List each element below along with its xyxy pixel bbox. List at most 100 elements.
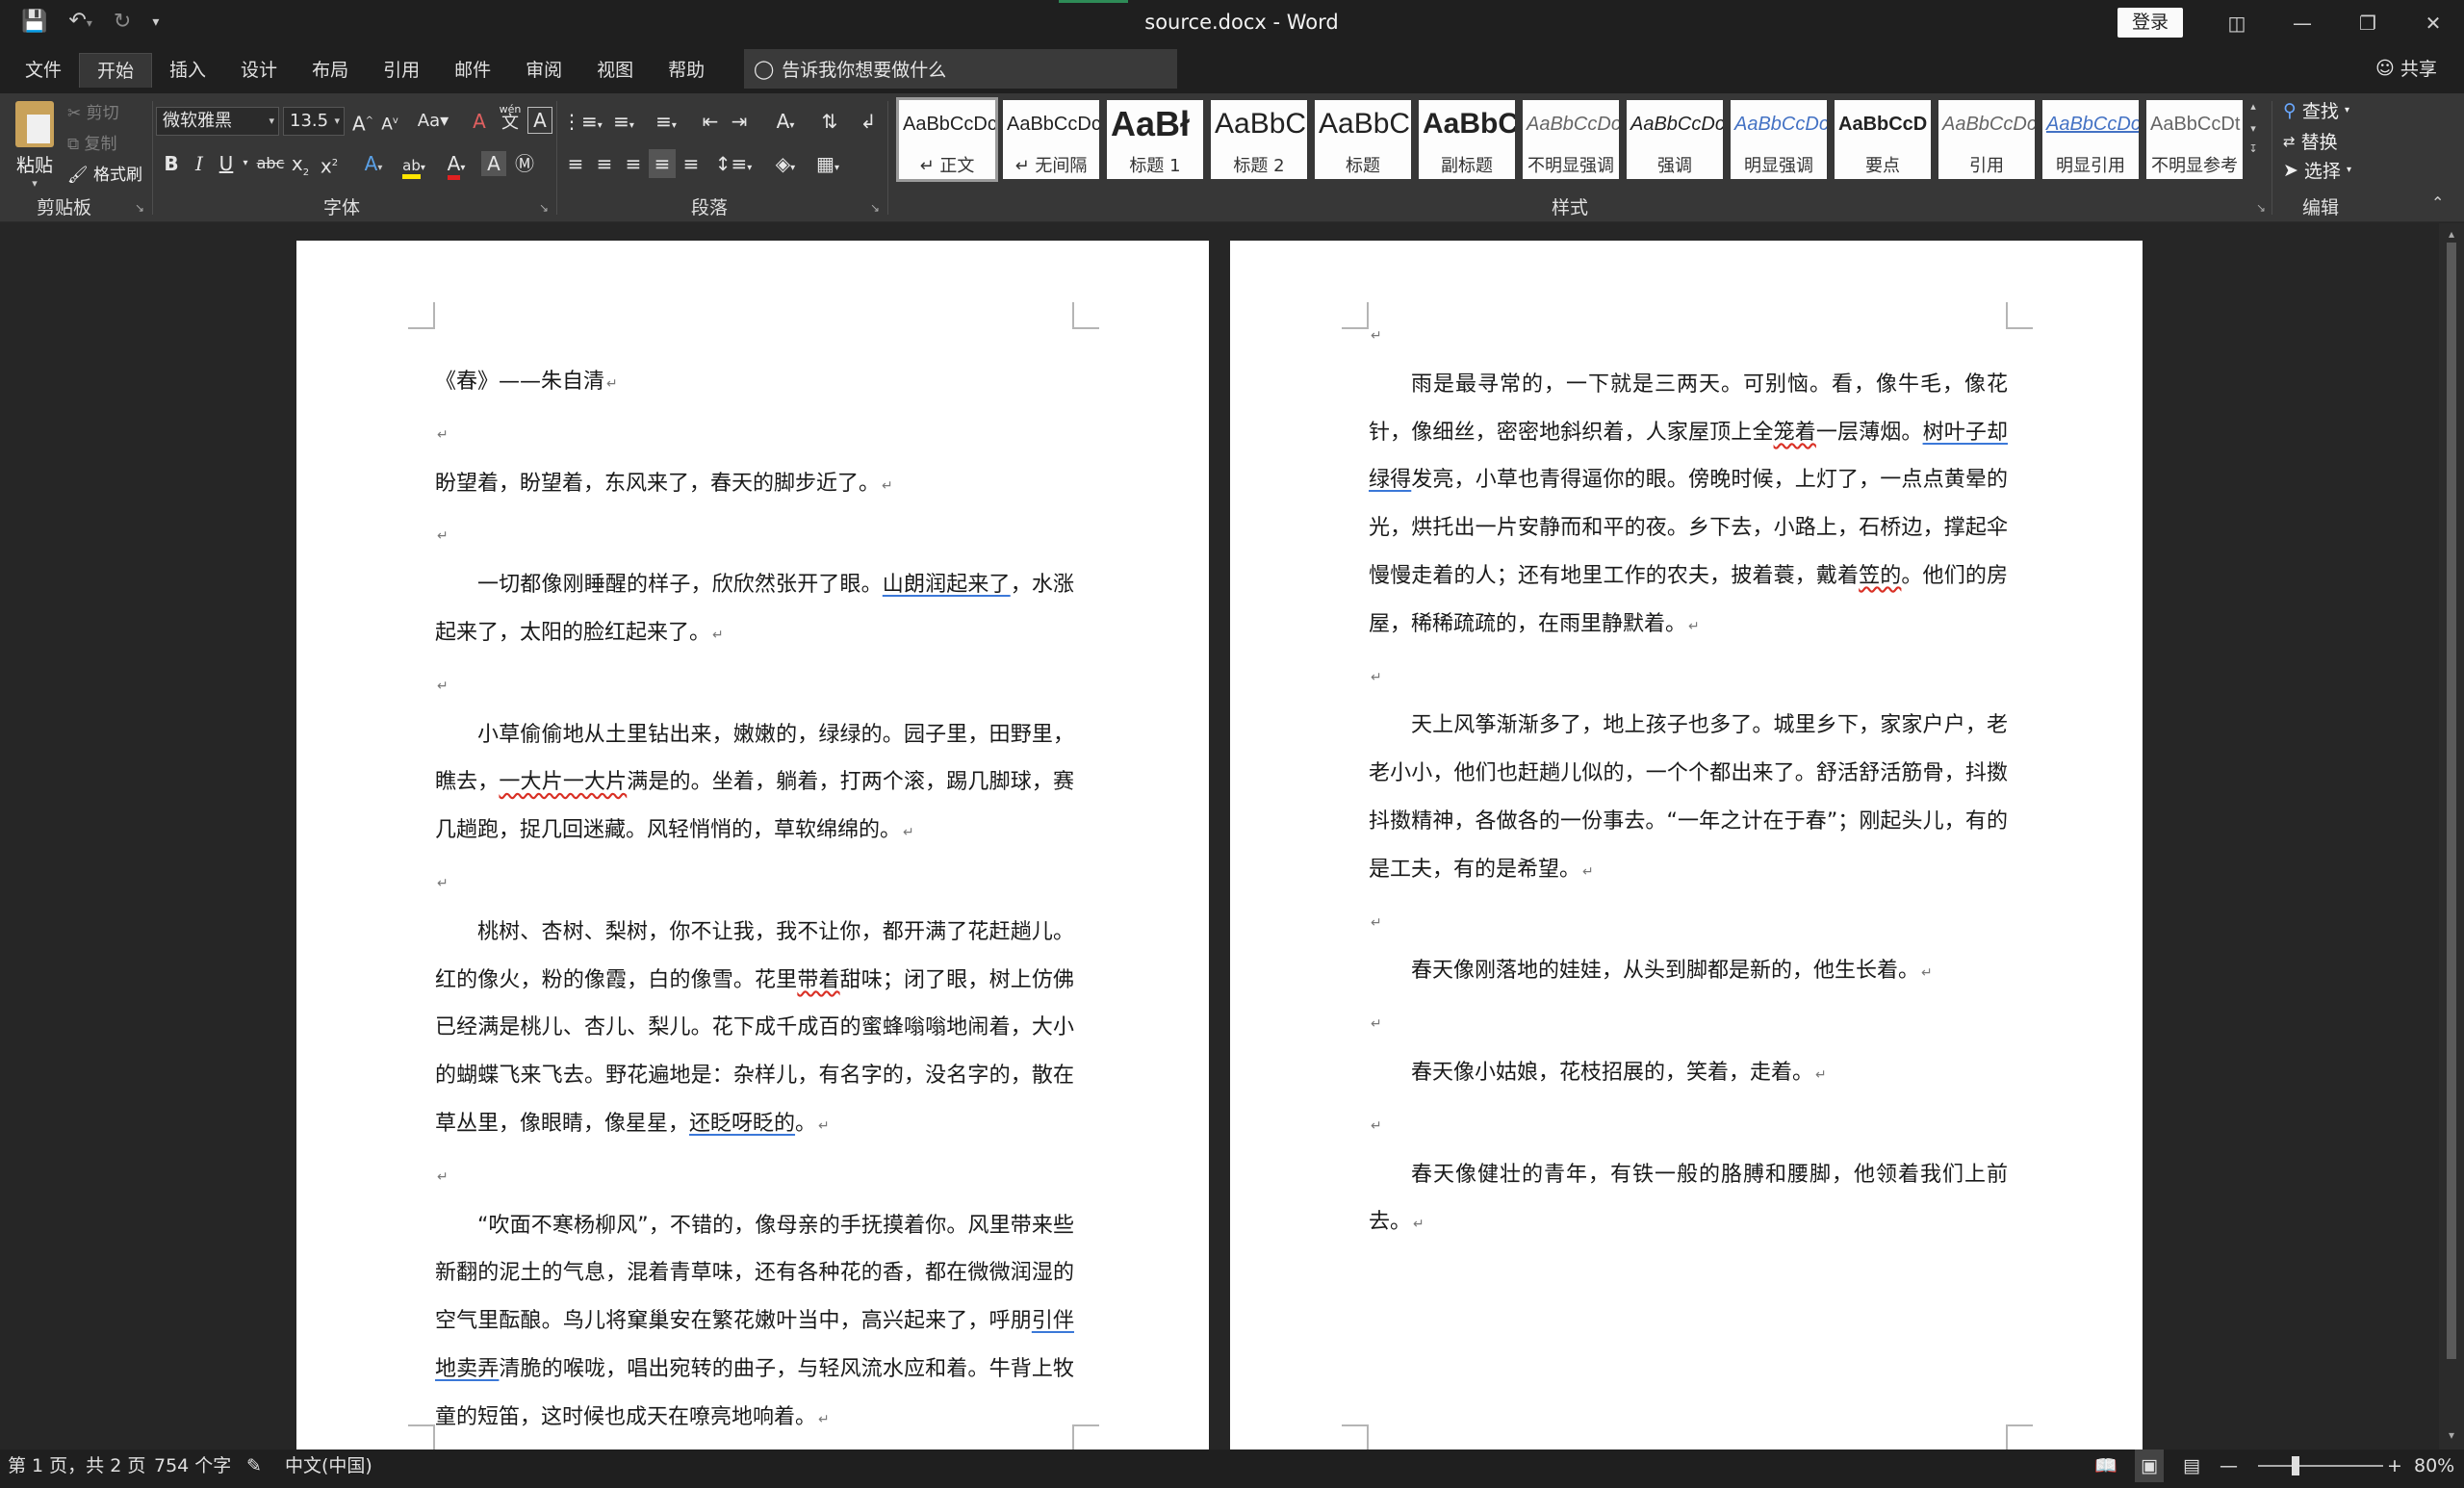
scroll-down-icon[interactable]: ▾ xyxy=(2245,122,2262,135)
cut-button[interactable]: ✂ 剪切 xyxy=(67,99,119,123)
tell-me-search[interactable]: ◯ 告诉我你想要做什么 xyxy=(744,49,1177,89)
styles-launcher-icon[interactable]: ↘ xyxy=(2256,201,2266,215)
style-no-spacing[interactable]: AaBbCcDc ↵ 无间隔 xyxy=(1003,100,1099,179)
format-painter-button[interactable]: 🖌 格式刷 xyxy=(67,161,142,185)
print-layout-icon[interactable]: ▣ xyxy=(2135,1450,2164,1482)
enclose-characters-icon[interactable]: Ⓜ xyxy=(512,149,537,178)
strikethrough-button[interactable]: abc xyxy=(256,149,285,178)
page-2-text[interactable]: ↵ 雨是最寻常的，一下就是三两天。可别恼。看，像牛毛，像花针，像细丝，密密地斜织… xyxy=(1369,310,2008,1249)
align-left-button[interactable]: ≡ xyxy=(562,149,589,178)
borders-button[interactable]: ▦▾ xyxy=(808,149,847,178)
style-title[interactable]: AaBbC 标题 xyxy=(1315,100,1411,179)
numbering-button[interactable]: ≡▾ xyxy=(604,107,643,136)
document-page-2[interactable]: ↵ 雨是最寻常的，一下就是三两天。可别恼。看，像牛毛，像花针，像细丝，密密地斜织… xyxy=(1230,241,2143,1450)
paste-dropdown-icon[interactable]: ▾ xyxy=(12,177,58,190)
style-heading-1[interactable]: AaBł 标题 1 xyxy=(1107,100,1203,179)
find-button[interactable]: ⚲ 查找 ▾ xyxy=(2283,97,2349,123)
text-effects-button[interactable]: A▾ xyxy=(356,149,391,178)
scroll-up-icon[interactable]: ▴ xyxy=(2439,227,2464,241)
clear-formatting-icon[interactable]: A xyxy=(466,107,493,136)
word-count[interactable]: 754 个字 xyxy=(154,1450,231,1482)
font-color-button[interactable]: A▾ xyxy=(439,149,474,180)
shading-button[interactable]: ◈▾ xyxy=(766,149,805,178)
underline-dropdown-icon[interactable]: ▾ xyxy=(239,149,252,178)
style-quote[interactable]: AaBbCcDc 引用 xyxy=(1938,100,2035,179)
scrollbar-thumb[interactable] xyxy=(2447,243,2456,1359)
style-normal[interactable]: AaBbCcDc ↵ 正文 xyxy=(896,97,998,182)
character-border-button[interactable]: A xyxy=(527,107,552,134)
read-mode-icon[interactable]: 📖 xyxy=(2094,1450,2118,1482)
undo-icon[interactable]: ↶▾ xyxy=(68,5,91,39)
align-center-button[interactable]: ≡ xyxy=(591,149,618,178)
superscript-button[interactable]: x2 xyxy=(318,149,341,178)
web-layout-icon[interactable]: ▤ xyxy=(2183,1450,2200,1482)
font-size-select[interactable]: 13.5 ▾ xyxy=(283,107,345,136)
zoom-out-icon[interactable]: — xyxy=(2220,1450,2238,1482)
character-shading-button[interactable]: A xyxy=(481,151,506,176)
paragraph-launcher-icon[interactable]: ↘ xyxy=(870,201,880,215)
highlight-color-button[interactable]: ab▾ xyxy=(397,149,431,179)
tab-file[interactable]: 文件 xyxy=(8,53,79,88)
italic-button[interactable]: I xyxy=(189,149,210,178)
restore-icon[interactable]: ❐ xyxy=(2335,12,2400,35)
minimize-icon[interactable]: — xyxy=(2270,12,2335,35)
tab-home[interactable]: 开始 xyxy=(79,53,153,88)
proofing-icon[interactable]: ✎ xyxy=(246,1450,262,1482)
save-icon[interactable]: 💾 xyxy=(21,6,47,38)
scroll-up-icon[interactable]: ▴ xyxy=(2245,100,2262,113)
line-spacing-button[interactable]: ↕≡▾ xyxy=(714,149,753,178)
redo-icon[interactable]: ↻ xyxy=(114,6,131,38)
tab-help[interactable]: 帮助 xyxy=(651,53,722,88)
style-heading-2[interactable]: AaBbC 标题 2 xyxy=(1211,100,1307,179)
shrink-font-button[interactable]: Av xyxy=(377,107,402,136)
style-strong[interactable]: AaBbCcD 要点 xyxy=(1835,100,1931,179)
justify-button[interactable]: ≡ xyxy=(649,149,676,178)
tab-view[interactable]: 视图 xyxy=(579,53,651,88)
tab-review[interactable]: 审阅 xyxy=(508,53,579,88)
close-icon[interactable]: ✕ xyxy=(2400,12,2464,35)
document-page-1[interactable]: 《春》——朱自清 ↵ ↵ 盼望着，盼望着，东风来了，春天的脚步近了。 ↵ ↵ 一切都… xyxy=(296,241,1209,1450)
tab-layout[interactable]: 布局 xyxy=(295,53,366,88)
underline-button[interactable]: U xyxy=(216,149,237,178)
tab-design[interactable]: 设计 xyxy=(223,53,295,88)
show-marks-button[interactable]: ↲ xyxy=(855,107,882,136)
subscript-button[interactable]: x2 xyxy=(289,149,312,178)
style-emphasis[interactable]: AaBbCcDc 强调 xyxy=(1627,100,1723,179)
zoom-slider-thumb[interactable] xyxy=(2292,1456,2299,1475)
tab-mailings[interactable]: 邮件 xyxy=(437,53,508,88)
styles-gallery-scroll[interactable]: ▴ ▾ ↧ xyxy=(2245,100,2262,183)
scroll-down-icon[interactable]: ▾ xyxy=(2439,1428,2464,1442)
share-button[interactable]: ☺ 共享 xyxy=(2375,55,2437,81)
bullets-button[interactable]: ⋮≡▾ xyxy=(562,107,603,136)
paste-button[interactable]: 粘贴 ▾ xyxy=(12,101,58,190)
ribbon-display-icon[interactable]: ◫ xyxy=(2204,12,2270,35)
style-intense-quote[interactable]: AaBbCcDc 明显引用 xyxy=(2042,100,2139,179)
page-1-text[interactable]: 《春》——朱自清 ↵ ↵ 盼望着，盼望着，东风来了，春天的脚步近了。 ↵ ↵ 一切都… xyxy=(435,358,1074,1445)
change-case-button[interactable]: Aa▾ xyxy=(414,107,452,136)
increase-indent-button[interactable]: ⇥ xyxy=(726,107,753,136)
distributed-button[interactable]: ≡ xyxy=(678,149,705,178)
tab-insert[interactable]: 插入 xyxy=(152,53,223,88)
replace-button[interactable]: ⇄ 替换 xyxy=(2283,128,2338,154)
login-button[interactable]: 登录 xyxy=(2118,8,2183,38)
zoom-level[interactable]: 80% xyxy=(2414,1450,2454,1482)
copy-button[interactable]: ⧉ 复制 xyxy=(67,130,117,154)
page-count[interactable]: 第 1 页，共 2 页 xyxy=(8,1450,145,1482)
zoom-slider[interactable] xyxy=(2258,1465,2383,1467)
select-button[interactable]: ➤ 选择 ▾ xyxy=(2283,157,2351,183)
align-right-button[interactable]: ≡ xyxy=(620,149,647,178)
more-styles-icon[interactable]: ↧ xyxy=(2245,142,2262,155)
clipboard-launcher-icon[interactable]: ↘ xyxy=(135,201,144,215)
vertical-scrollbar[interactable]: ▴ ▾ xyxy=(2439,223,2464,1450)
grow-font-button[interactable]: A^ xyxy=(350,107,375,136)
multilevel-list-button[interactable]: ≡▾ xyxy=(647,107,685,136)
customize-icon[interactable]: ▾ xyxy=(152,6,159,38)
style-intense-emphasis[interactable]: AaBbCcDc 明显强调 xyxy=(1731,100,1827,179)
decrease-indent-button[interactable]: ⇤ xyxy=(697,107,724,136)
collapse-ribbon-icon[interactable]: ⌃ xyxy=(2431,193,2444,212)
font-launcher-icon[interactable]: ↘ xyxy=(539,201,549,215)
zoom-in-icon[interactable]: + xyxy=(2387,1450,2402,1482)
tab-references[interactable]: 引用 xyxy=(366,53,437,88)
phonetic-guide-button[interactable]: wén 文 xyxy=(497,103,524,132)
bold-button[interactable]: B xyxy=(160,149,183,178)
